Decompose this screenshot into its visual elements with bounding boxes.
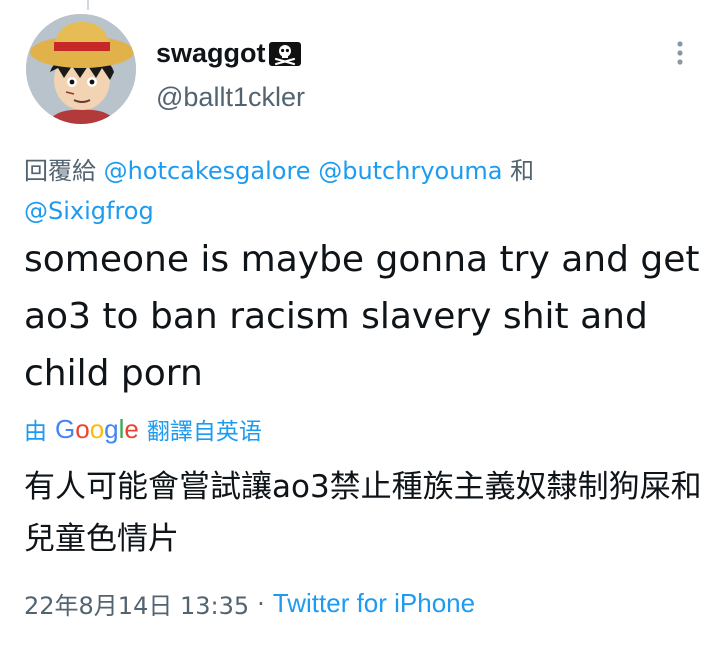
reply-context: 回覆給 @hotcakesgalore @butchryouma 和 @Sixi… [24, 151, 664, 231]
translation-by-label: 由 [24, 419, 47, 445]
mention-link[interactable]: @hotcakesgalore [104, 157, 311, 185]
tweet-meta: 22年8月14日 13:35 · Twitter for iPhone [24, 586, 475, 621]
google-logo: Google [55, 413, 139, 444]
meta-separator: · [257, 589, 265, 618]
display-name-row[interactable]: swaggot [156, 38, 302, 69]
reply-prefix: 回覆給 [24, 157, 96, 185]
avatar-straw-hat-icon [26, 14, 136, 124]
user-handle[interactable]: @ballt1ckler [156, 82, 305, 113]
skull-flag-icon [268, 41, 302, 67]
translation-attribution[interactable]: 由 Google 翻譯自英语 [24, 412, 262, 446]
tweet-timestamp[interactable]: 22年8月14日 13:35 [24, 586, 249, 621]
tweet-source-link[interactable]: Twitter for iPhone [273, 588, 475, 619]
mention-link[interactable]: @Sixigfrog [24, 197, 154, 225]
more-vertical-icon[interactable] [668, 38, 692, 68]
mention-link[interactable]: @butchryouma [318, 157, 502, 185]
display-name[interactable]: swaggot [156, 38, 266, 69]
translated-text: 有人可能會嘗試讓ao3禁止種族主義奴隸制狗屎和兒童色情片 [24, 469, 702, 557]
reply-conjunction: 和 [510, 157, 535, 185]
thread-connector-line [87, 0, 89, 10]
tweet-text: someone is maybe gonna try and get ao3 t… [24, 239, 700, 394]
translation-from-label: 翻譯自英语 [146, 419, 262, 445]
avatar[interactable] [26, 14, 136, 124]
